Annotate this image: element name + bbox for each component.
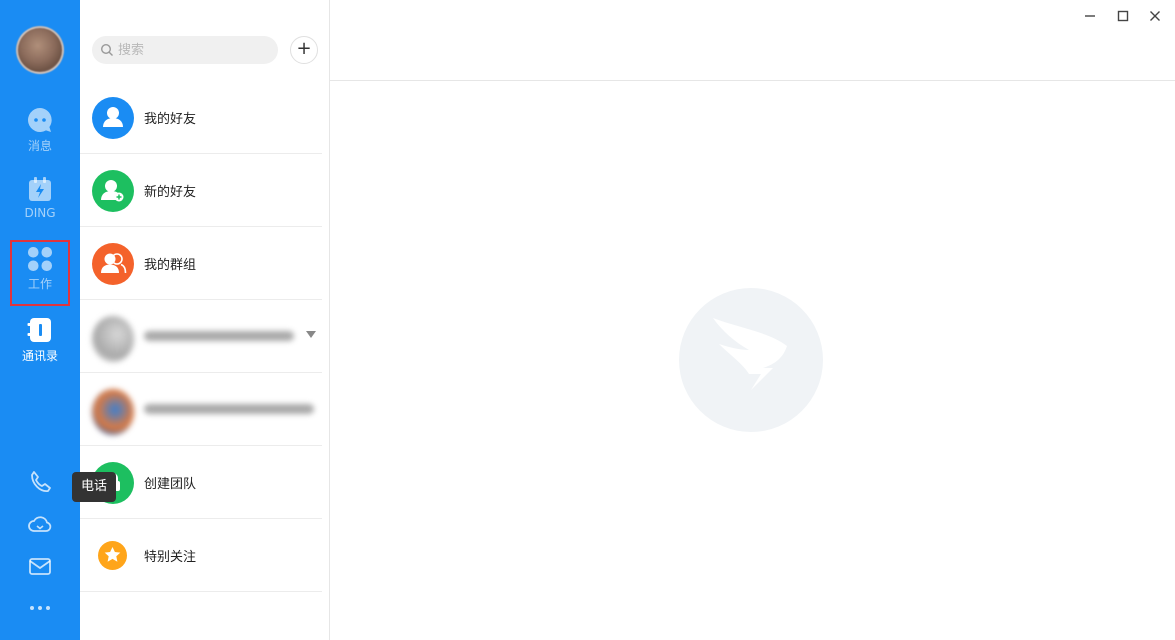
new-friends-avatar <box>92 170 134 212</box>
list-item-org-1[interactable] <box>80 300 322 373</box>
close-icon[interactable] <box>1145 6 1165 26</box>
top-bar <box>330 0 1175 81</box>
dingtalk-logo-icon <box>679 288 823 432</box>
friends-avatar <box>92 97 134 139</box>
special-follow-avatar <box>98 541 127 570</box>
search-input[interactable] <box>92 36 278 64</box>
group-icon <box>101 253 127 274</box>
phone-tooltip: 电话 <box>72 472 116 502</box>
org-name-redacted <box>144 331 294 341</box>
message-icon <box>28 108 52 132</box>
nav-item-ding[interactable]: DING <box>0 175 80 220</box>
search-icon <box>100 43 113 56</box>
app-window: 消息 DING 工作 通讯录 电话 搜索 + 我的好友 新的好友 我的群组 创建… <box>0 0 1175 640</box>
contacts-icon <box>27 318 51 342</box>
row-label: 创建团队 <box>144 477 197 492</box>
cloud-icon[interactable] <box>26 510 54 538</box>
ding-icon <box>29 177 51 201</box>
list-item-my-groups[interactable]: 我的群组 <box>80 227 322 300</box>
minimize-icon[interactable] <box>1080 6 1100 26</box>
add-person-icon <box>101 180 124 202</box>
list-item-my-friends[interactable]: 我的好友 <box>80 81 322 154</box>
add-button[interactable]: + <box>290 36 318 64</box>
more-icon[interactable] <box>26 594 54 622</box>
nav-label-messages: 消息 <box>27 139 52 153</box>
nav-label-ding: DING <box>24 206 56 220</box>
list-item-org-2[interactable] <box>80 373 322 446</box>
phone-icon[interactable] <box>26 468 54 496</box>
row-label: 特别关注 <box>144 550 197 565</box>
row-label: 新的好友 <box>144 185 197 200</box>
org-avatar <box>92 316 134 362</box>
mail-icon[interactable] <box>26 552 54 580</box>
nav-item-messages[interactable]: 消息 <box>0 106 80 154</box>
org-avatar <box>92 389 134 435</box>
list-item-create-team[interactable]: 创建团队 <box>80 446 322 519</box>
person-icon <box>103 107 123 127</box>
work-highlight-box <box>10 240 70 306</box>
star-icon <box>104 547 121 562</box>
row-label: 我的群组 <box>144 258 197 273</box>
org-name-redacted <box>144 404 314 414</box>
row-label: 我的好友 <box>144 112 197 127</box>
avatar[interactable] <box>16 26 64 74</box>
list-item-new-friends[interactable]: 新的好友 <box>80 154 322 227</box>
groups-avatar <box>92 243 134 285</box>
left-nav: 消息 DING 工作 通讯录 电话 <box>0 0 116 640</box>
nav-item-contacts[interactable]: 通讯录 <box>0 316 80 364</box>
nav-label-contacts: 通讯录 <box>21 349 58 363</box>
chevron-down-icon[interactable] <box>306 331 316 339</box>
maximize-icon[interactable] <box>1113 6 1133 26</box>
contacts-panel: + 我的好友 <box>80 0 330 640</box>
list-item-special-follow[interactable]: 特别关注 <box>80 519 322 592</box>
contacts-list: 我的好友 新的好友 我的群组 创建团队 特别关注 <box>80 81 322 592</box>
